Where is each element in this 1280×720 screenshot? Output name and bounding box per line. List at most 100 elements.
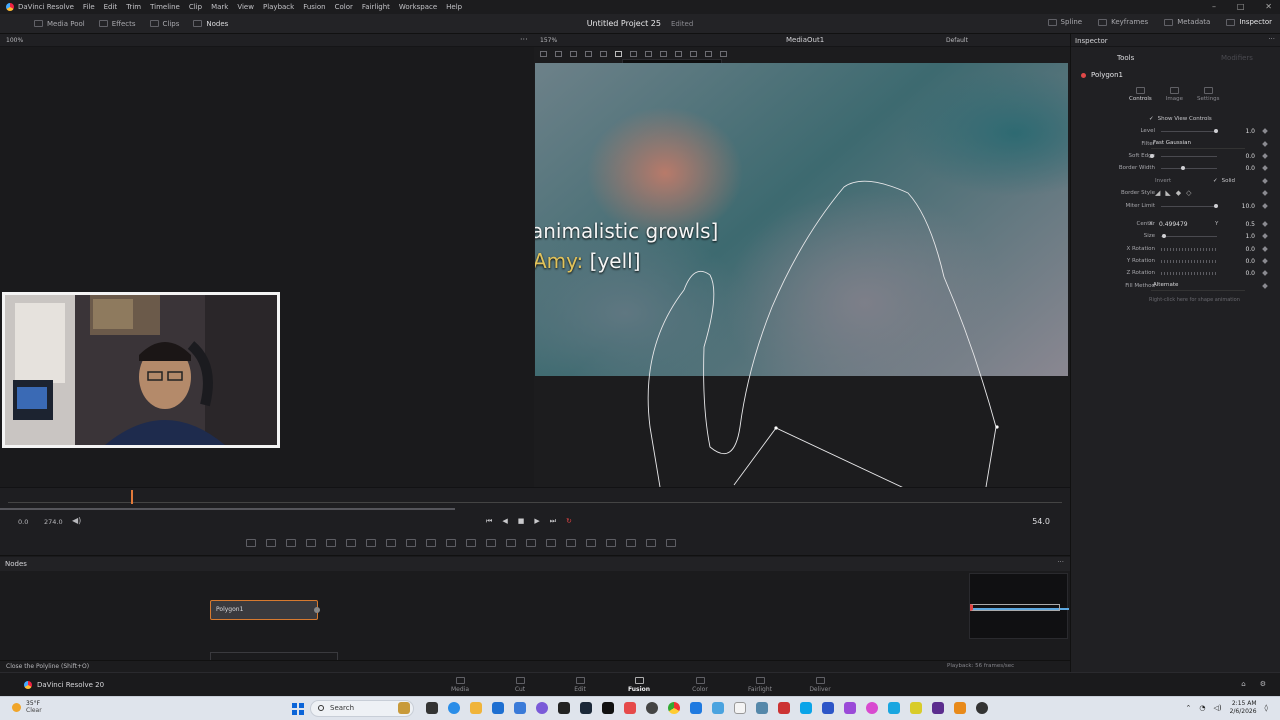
menu-timeline[interactable]: Timeline xyxy=(150,3,180,11)
volume-icon[interactable]: ◁) xyxy=(1213,704,1221,712)
premiere-icon[interactable] xyxy=(778,702,790,714)
fill-method-dropdown[interactable]: Alternate xyxy=(1151,282,1245,291)
menu-app[interactable]: DaVinci Resolve xyxy=(18,3,74,11)
size-value[interactable]: 1.0 xyxy=(1245,233,1255,240)
menu-fairlight[interactable]: Fairlight xyxy=(362,3,390,11)
menu-trim[interactable]: Trim xyxy=(126,3,141,11)
shape-animation-hint[interactable]: Right-click here for shape animation xyxy=(1149,297,1240,303)
menu-view[interactable]: View xyxy=(237,3,254,11)
menu-color[interactable]: Color xyxy=(335,3,353,11)
light-3d-icon[interactable] xyxy=(646,539,656,547)
keyframe-icon[interactable] xyxy=(1262,165,1268,171)
keyframe-icon[interactable] xyxy=(1262,246,1268,252)
saver-icon[interactable] xyxy=(486,539,496,547)
media-out-node[interactable] xyxy=(210,652,338,660)
page-fusion[interactable]: Fusion xyxy=(619,673,659,693)
keyframe-icon[interactable] xyxy=(1262,141,1268,147)
y-rotation-dial[interactable] xyxy=(1161,260,1217,263)
speaker-icon[interactable]: ◀) xyxy=(72,516,81,525)
soft-edge-slider[interactable] xyxy=(1161,156,1217,157)
steam-icon[interactable] xyxy=(580,702,592,714)
keyframe-icon[interactable] xyxy=(1262,128,1268,134)
text-tool-icon[interactable] xyxy=(286,539,296,547)
playhead[interactable] xyxy=(131,490,133,504)
bspline-tool-icon[interactable] xyxy=(366,539,376,547)
transform-tool-icon[interactable] xyxy=(546,539,556,547)
keyframe-icon[interactable] xyxy=(1262,178,1268,184)
adobe-icon[interactable] xyxy=(624,702,636,714)
center-y-value[interactable]: 0.5 xyxy=(1245,221,1255,228)
bitmap-tool-icon[interactable] xyxy=(386,539,396,547)
notepad-icon[interactable] xyxy=(734,702,746,714)
menu-workspace[interactable]: Workspace xyxy=(399,3,437,11)
browser-icon[interactable] xyxy=(866,702,878,714)
nodes-options-icon[interactable]: ··· xyxy=(1057,558,1064,566)
vscode-icon[interactable] xyxy=(690,702,702,714)
edge-icon[interactable] xyxy=(448,702,460,714)
go-to-start-icon[interactable]: ⏮ xyxy=(486,517,492,526)
keyframe-icon[interactable] xyxy=(1262,233,1268,239)
word-icon[interactable] xyxy=(822,702,834,714)
miter-limit-knob[interactable] xyxy=(1214,204,1218,208)
right-viewer[interactable]: Close the Polyline (Shift+O) animalistic… xyxy=(534,47,1070,487)
blender-icon[interactable] xyxy=(954,702,966,714)
menu-file[interactable]: File xyxy=(83,3,95,11)
polygon-mask-outline[interactable] xyxy=(534,47,1070,487)
polygon-tool-icon[interactable] xyxy=(346,539,356,547)
keyframe-icon[interactable] xyxy=(1262,221,1268,227)
home-icon[interactable]: ⌂ xyxy=(1241,680,1245,688)
media-pool-button[interactable]: Media Pool xyxy=(34,20,85,28)
paint-tool-icon[interactable] xyxy=(306,539,316,547)
camera-3d-icon[interactable] xyxy=(626,539,636,547)
node-minimap[interactable] xyxy=(969,573,1069,639)
notification-bell-icon[interactable]: ◊ xyxy=(1265,704,1268,712)
x-rotation-value[interactable]: 0.0 xyxy=(1245,246,1255,253)
menu-mark[interactable]: Mark xyxy=(211,3,228,11)
z-rotation-value[interactable]: 0.0 xyxy=(1245,270,1255,277)
resize-tool-icon[interactable] xyxy=(566,539,576,547)
file-explorer-icon[interactable] xyxy=(470,702,482,714)
menu-fusion[interactable]: Fusion xyxy=(303,3,325,11)
border-width-value[interactable]: 0.0 xyxy=(1245,165,1255,172)
media-player-icon[interactable] xyxy=(844,702,856,714)
github-icon[interactable] xyxy=(646,702,658,714)
obs-icon[interactable] xyxy=(558,702,570,714)
loop-icon[interactable]: ↻ xyxy=(566,517,572,526)
level-slider[interactable] xyxy=(1161,131,1217,132)
go-to-end-icon[interactable]: ⏭ xyxy=(550,517,556,526)
background-tool-icon[interactable] xyxy=(246,539,256,547)
blur-tool-icon[interactable] xyxy=(506,539,516,547)
sticky-notes-icon[interactable] xyxy=(910,702,922,714)
more-options-icon[interactable]: ··· xyxy=(520,35,528,44)
maximize-icon[interactable]: □ xyxy=(1237,2,1245,11)
windows-start-icon[interactable] xyxy=(292,703,304,715)
keyframe-icon[interactable] xyxy=(1262,270,1268,276)
tab-tools[interactable]: Tools xyxy=(1117,54,1134,62)
page-cut[interactable]: Cut xyxy=(500,677,540,693)
level-value[interactable]: 1.0 xyxy=(1245,128,1255,135)
subtab-controls[interactable]: Controls xyxy=(1129,87,1152,102)
render-range-bar[interactable] xyxy=(0,508,455,510)
metadata-button[interactable]: Metadata xyxy=(1164,18,1210,26)
node-output-port[interactable] xyxy=(314,607,320,613)
view-mode-select[interactable]: Default xyxy=(946,37,968,44)
mail-icon[interactable] xyxy=(514,702,526,714)
menu-help[interactable]: Help xyxy=(446,3,462,11)
keyframe-icon[interactable] xyxy=(1262,190,1268,196)
size-knob[interactable] xyxy=(1162,234,1166,238)
particle-emitter-icon[interactable] xyxy=(586,539,596,547)
x-rotation-dial[interactable] xyxy=(1161,248,1217,251)
time-ruler[interactable] xyxy=(0,487,1070,513)
store-icon[interactable] xyxy=(492,702,504,714)
subtab-settings[interactable]: Settings xyxy=(1197,87,1220,102)
menu-edit[interactable]: Edit xyxy=(104,3,118,11)
tray-chevron-icon[interactable]: ⌃ xyxy=(1185,704,1191,712)
after-effects-icon[interactable] xyxy=(932,702,944,714)
inspector-button[interactable]: Inspector xyxy=(1226,18,1272,26)
nodes-button[interactable]: Nodes xyxy=(193,20,228,28)
global-end[interactable]: 274.0 xyxy=(44,518,63,526)
page-fairlight[interactable]: Fairlight xyxy=(740,677,780,693)
weather-widget[interactable]: 35°F Clear xyxy=(12,700,42,714)
network-icon[interactable]: ◔ xyxy=(1199,704,1205,712)
subtab-image[interactable]: Image xyxy=(1166,87,1183,102)
